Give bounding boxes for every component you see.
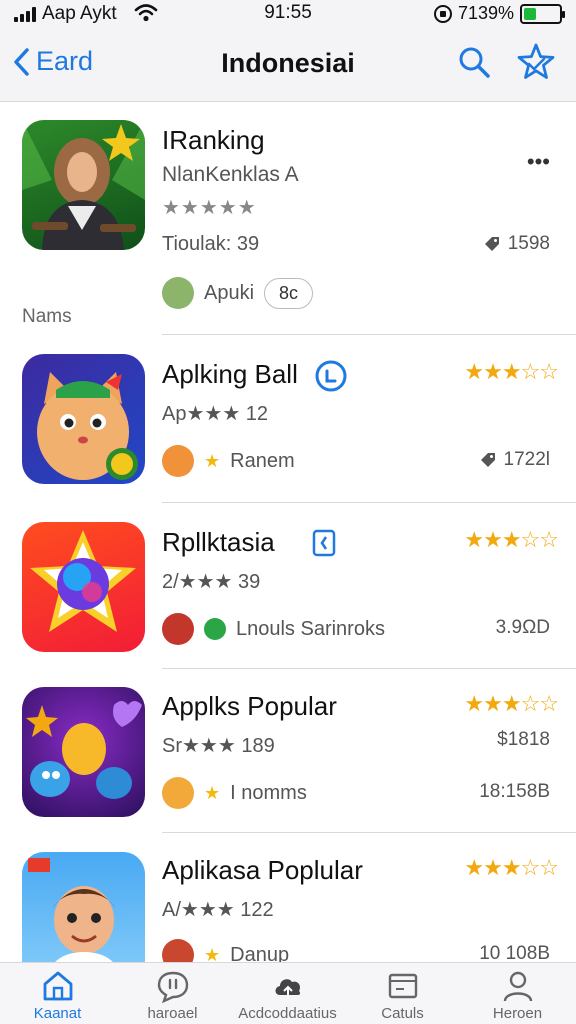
tag-icon bbox=[480, 453, 495, 467]
small-star-icon: ★ bbox=[204, 944, 221, 964]
featured-chip-count[interactable]: 8c bbox=[264, 277, 314, 309]
featured-app-rating: ★★★★★ bbox=[162, 195, 257, 220]
rating-stars: ★★★☆☆ bbox=[464, 527, 559, 552]
status-bar: Aap Aykt 91:55 7139% bbox=[0, 0, 576, 30]
tab-bar: Kaanat haroael Acdcoddaatius Catuls Hero… bbox=[0, 962, 576, 1024]
search-icon[interactable] bbox=[456, 44, 492, 80]
app-list[interactable]: IRanking NlanKenklas A ★★★★★ Tioulak: 39… bbox=[0, 103, 576, 963]
battery-percent: 7139% bbox=[457, 3, 514, 23]
rating-stars: ★★★☆☆ bbox=[464, 691, 559, 716]
avatar bbox=[162, 445, 194, 477]
featured-downloads: Tioulak: 39 bbox=[162, 233, 260, 255]
app-value: 3.9ΩD bbox=[496, 617, 550, 639]
small-star-icon: ★ bbox=[204, 782, 221, 803]
app-name[interactable]: Applks Popular bbox=[162, 691, 337, 722]
creatures-image bbox=[26, 701, 142, 799]
featured-app-row[interactable]: IRanking NlanKenklas A ★★★★★ Tioulak: 39… bbox=[0, 103, 576, 335]
section-label: Nams bbox=[22, 306, 72, 327]
avatar bbox=[162, 939, 194, 963]
app-meta: ★ I nomms bbox=[162, 777, 307, 809]
app-meta: ★ Danup bbox=[162, 939, 289, 963]
featured-app-name[interactable]: IRanking bbox=[162, 125, 265, 156]
rating-stars: ★★★☆☆ bbox=[464, 359, 559, 384]
tab-label: Catuls bbox=[381, 1005, 424, 1022]
rotation-lock-icon bbox=[433, 4, 452, 23]
star-outline-icon[interactable] bbox=[516, 42, 556, 82]
tab-profile[interactable]: Heroen bbox=[460, 969, 575, 1022]
avatar bbox=[162, 277, 194, 309]
tab-label: Heroen bbox=[492, 1005, 543, 1022]
app-icon-boy[interactable] bbox=[22, 852, 145, 963]
person-icon bbox=[503, 971, 532, 1002]
app-row-1[interactable]: Aplking Ball ★★★☆☆ Ap★★★ 12 ★ Ranem 1722… bbox=[0, 335, 576, 503]
app-name[interactable]: Aplking Ball bbox=[162, 359, 298, 390]
more-options-icon: ••• bbox=[526, 149, 550, 174]
battery-icon bbox=[520, 3, 565, 24]
app-meta: ★ Ranem bbox=[162, 445, 295, 477]
hijab-character-image bbox=[22, 120, 145, 250]
rating-line: Sr★★★ 189 bbox=[162, 735, 275, 757]
rating-line: Ap★★★ 12 bbox=[162, 403, 269, 425]
tab-label: haroael bbox=[147, 1005, 198, 1022]
app-value: 1722l bbox=[480, 449, 551, 471]
app-meta-label: I nomms bbox=[230, 781, 307, 804]
status-right: 7139% bbox=[433, 3, 565, 24]
tab-cloud[interactable]: Acdcoddaatius bbox=[230, 969, 345, 1022]
app-size: 18:158B bbox=[479, 781, 550, 803]
app-name[interactable]: Rpllktasia bbox=[162, 527, 275, 558]
battery-fill bbox=[524, 7, 536, 20]
green-badge-icon bbox=[204, 618, 226, 640]
featured-chip-label: Apuki bbox=[204, 281, 255, 304]
folder-icon bbox=[388, 973, 417, 999]
app-row-3[interactable]: Applks Popular ★★★☆☆ Sr★★★ 189 $1818 ★ I… bbox=[0, 669, 576, 833]
tab-chat[interactable]: haroael bbox=[115, 969, 230, 1022]
app-icon-creatures[interactable] bbox=[22, 687, 145, 817]
avatar bbox=[162, 777, 194, 809]
app-value: $1818 bbox=[497, 729, 550, 751]
app-meta: Lnouls Sarinroks bbox=[162, 613, 385, 645]
app-value: 10 108B bbox=[479, 943, 550, 963]
app-size-text: 18:158B bbox=[479, 781, 550, 802]
cat-character-image bbox=[37, 372, 138, 480]
app-icon-cat[interactable] bbox=[22, 354, 145, 484]
tag-icon bbox=[484, 237, 499, 251]
featured-size-value: 1598 bbox=[507, 233, 550, 254]
app-row-2[interactable]: Rpllktasia ★★★☆☆ 2/★★★ 39 Lnouls Sarinro… bbox=[0, 503, 576, 669]
navigation-bar: Eard Indonesiai bbox=[0, 30, 576, 102]
featured-app-icon[interactable] bbox=[22, 120, 145, 250]
rating-line: 2/★★★ 39 bbox=[162, 571, 261, 593]
badge-icon bbox=[312, 529, 336, 557]
app-meta-label: Lnouls Sarinroks bbox=[236, 617, 385, 640]
tab-label: Acdcoddaatius bbox=[238, 1005, 337, 1022]
app-meta-label: Danup bbox=[230, 943, 290, 964]
boy-character-image bbox=[28, 858, 116, 963]
small-star-icon: ★ bbox=[204, 450, 221, 471]
app-meta-label: Ranem bbox=[230, 449, 295, 472]
more-options-button[interactable]: ••• bbox=[527, 149, 550, 175]
app-name[interactable]: Aplikasa Poplular bbox=[162, 855, 363, 886]
featured-chip-row: Apuki 8c bbox=[162, 277, 314, 309]
chat-badge-icon bbox=[315, 360, 347, 392]
app-value-text: 1722l bbox=[503, 449, 551, 470]
featured-rating-stars: ★★★★★ bbox=[162, 197, 257, 219]
cloud-upload-icon bbox=[275, 979, 300, 997]
app-value-text: $1818 bbox=[497, 729, 550, 750]
tab-label: Kaanat bbox=[33, 1005, 82, 1022]
home-icon bbox=[43, 971, 72, 1001]
star-orb-image bbox=[30, 530, 136, 632]
featured-size: 1598 bbox=[484, 233, 550, 255]
app-value-text: 10 108B bbox=[479, 943, 550, 963]
rating-line: A/★★★ 122 bbox=[162, 899, 274, 921]
tab-folder[interactable]: Catuls bbox=[345, 969, 460, 1022]
avatar bbox=[162, 613, 194, 645]
app-icon-star-orb[interactable] bbox=[22, 522, 145, 652]
featured-app-developer: NlanKenklas A bbox=[162, 163, 299, 186]
app-row-4[interactable]: Aplikasa Poplular ★★★☆☆ A/★★★ 122 ★ Danu… bbox=[0, 833, 576, 963]
app-value-text: 3.9ΩD bbox=[495, 617, 550, 638]
chat-bubble-icon bbox=[157, 971, 188, 1003]
tab-home[interactable]: Kaanat bbox=[0, 969, 115, 1022]
rating-stars: ★★★☆☆ bbox=[464, 855, 559, 880]
